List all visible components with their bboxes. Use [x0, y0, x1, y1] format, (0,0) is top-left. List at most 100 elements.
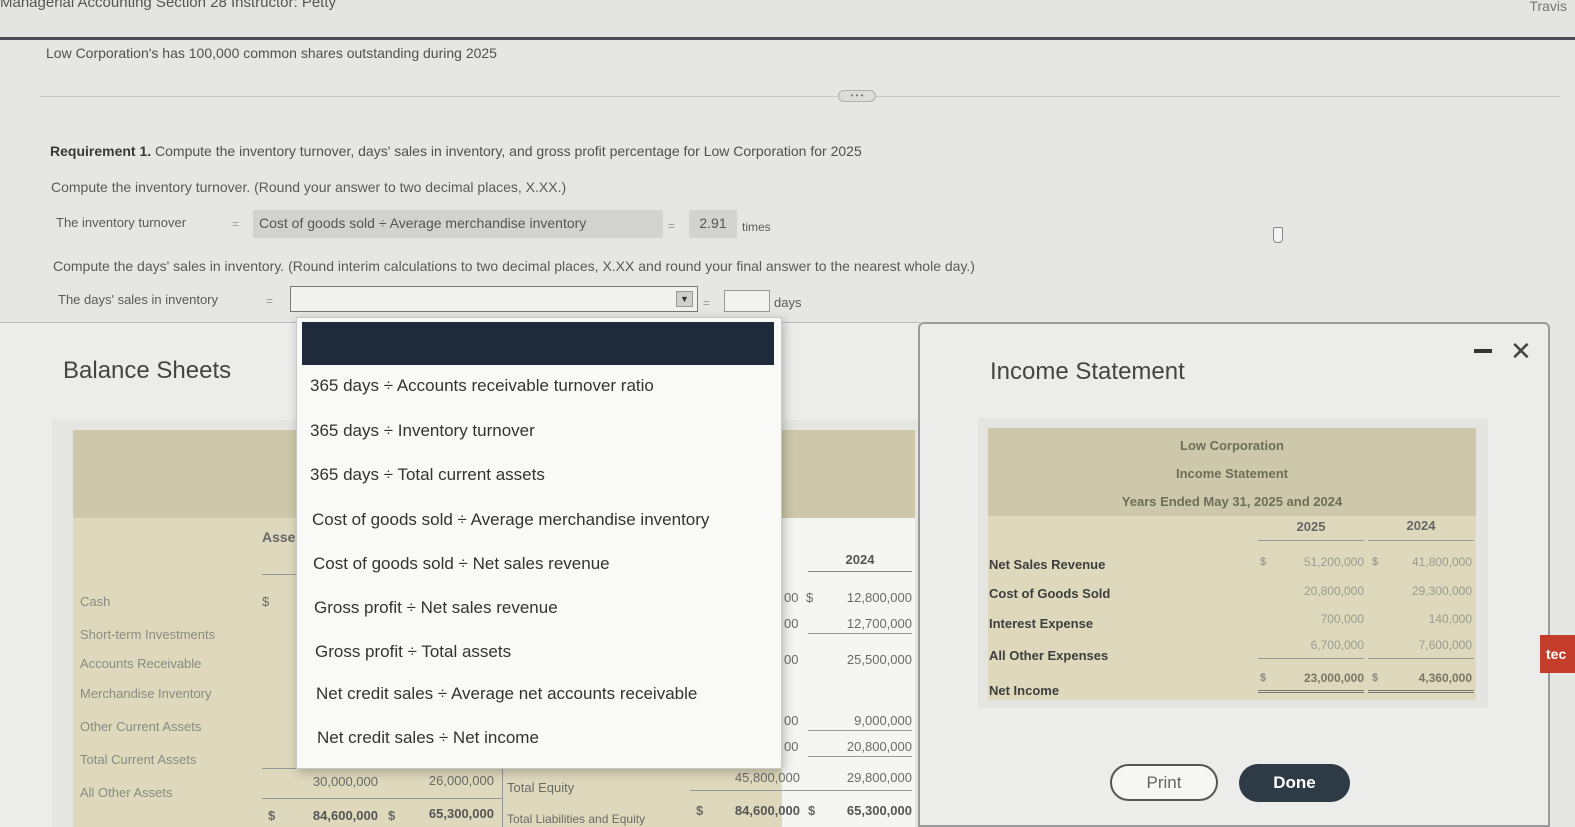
bs-cell: 00 [784, 590, 799, 605]
turnover-instruction: Compute the inventory turnover. (Round y… [51, 179, 567, 195]
dropdown-option[interactable]: Gross profit ÷ Net sales revenue [314, 598, 558, 618]
bs-row-label: Total Equity [507, 780, 575, 795]
is-cell: 7,600,000 [1418, 638, 1472, 652]
bs-currency: $ [388, 808, 396, 823]
days-sales-label: The days' sales in inventory [58, 292, 219, 307]
dropdown-option[interactable]: Net credit sales ÷ Average net accounts … [316, 684, 697, 704]
bs-currency: $ [262, 594, 270, 609]
balance-sheets-title: Balance Sheets [63, 357, 232, 384]
bs-currency: $ [806, 590, 814, 605]
requirement-label: Requirement 1. [50, 143, 152, 159]
bs-cell: 30,000,000 [312, 774, 378, 789]
is-row-label: All Other Expenses [989, 648, 1109, 663]
bs-cell: 25,500,000 [846, 652, 912, 667]
formula-dropdown-menu: 365 days ÷ Accounts receivable turnover … [296, 317, 782, 769]
close-icon[interactable]: ✕ [1510, 336, 1532, 367]
bs-row-label: Short-term Investments [80, 627, 216, 642]
bs-cell: 26,000,000 [428, 773, 494, 788]
bs-underline [808, 730, 912, 731]
expand-more-button[interactable]: • • • [838, 90, 876, 102]
is-underline [1368, 540, 1474, 541]
is-row-label: Cost of Goods Sold [989, 586, 1111, 601]
bs-cell: 29,800,000 [846, 770, 912, 785]
bs-cell: 45,800,000 [734, 770, 800, 785]
minimize-icon[interactable] [1474, 349, 1492, 353]
turnover-answer[interactable]: 2.91 [689, 210, 737, 238]
is-double-underline [1368, 690, 1474, 693]
is-cell: 51,200,000 [1303, 555, 1364, 569]
bs-cell: 12,800,000 [846, 590, 912, 605]
dropdown-option[interactable]: Cost of goods sold ÷ Average merchandise… [312, 510, 709, 530]
is-row-label: Interest Expense [989, 616, 1094, 631]
requirement-body: Compute the inventory turnover, days' sa… [155, 143, 862, 159]
days-sales-answer-input[interactable] [724, 290, 770, 312]
bs-underline [262, 798, 502, 799]
turnover-unit: times [742, 220, 771, 234]
bs-currency: $ [696, 803, 704, 818]
bs-row-label: Total Liabilities and Equity [507, 812, 646, 826]
income-statement-title: Income Statement [990, 358, 1185, 385]
bs-underline [690, 790, 912, 791]
requirement-text: Requirement 1. Compute the inventory tur… [50, 143, 862, 159]
days-sales-equals-2: = [703, 296, 711, 310]
days-sales-formula-select[interactable]: ▼ [290, 286, 698, 312]
dropdown-option[interactable]: Net credit sales ÷ Net income [317, 728, 539, 748]
bs-cell: 00 [784, 616, 799, 631]
bs-cell: 00 [784, 739, 799, 754]
bs-cell: 9,000,000 [854, 713, 912, 728]
chevron-down-icon[interactable]: ▼ [676, 291, 693, 307]
user-name[interactable]: Travis [1529, 0, 1567, 14]
done-button[interactable]: Done [1239, 764, 1350, 802]
bs-currency: $ [808, 803, 816, 818]
dropdown-option[interactable]: 365 days ÷ Inventory turnover [310, 421, 535, 441]
turnover-label: The inventory turnover [56, 215, 187, 230]
days-sales-instruction: Compute the days' sales in inventory. (R… [53, 258, 975, 274]
is-underline [1368, 658, 1474, 659]
is-double-underline [1258, 690, 1364, 693]
dropdown-option[interactable]: Cost of goods sold ÷ Net sales revenue [313, 554, 610, 574]
bs-separator [502, 764, 503, 827]
is-col-2025: 2025 [1296, 519, 1326, 534]
bs-row-label: Merchandise Inventory [80, 686, 212, 701]
is-currency: $ [1372, 556, 1379, 568]
bs-row-label: Accounts Receivable [80, 656, 202, 671]
is-statement-name: Income Statement [1176, 466, 1288, 481]
edge-tab[interactable]: tec [1540, 635, 1575, 673]
bs-row-label: Cash [80, 594, 111, 609]
bs-row-label: Other Current Assets [80, 719, 202, 734]
mouse-pointer-icon [1273, 227, 1283, 243]
assets-underline [262, 574, 298, 575]
problem-intro: Low Corporation's has 100,000 common sha… [46, 45, 497, 61]
turnover-formula: Cost of goods sold ÷ Average merchandise… [253, 210, 663, 238]
bs-total-cell: 65,300,000 [428, 806, 494, 821]
is-currency: $ [1260, 556, 1267, 568]
is-cell: 20,800,000 [1303, 584, 1364, 598]
bs-cell: 20,800,000 [846, 739, 912, 754]
is-total-cell: 23,000,000 [1303, 671, 1364, 685]
days-sales-unit: days [774, 295, 802, 310]
dropdown-option[interactable]: 365 days ÷ Accounts receivable turnover … [310, 376, 654, 396]
turnover-equals-1: = [232, 217, 240, 231]
dropdown-option[interactable]: Gross profit ÷ Total assets [315, 642, 511, 662]
is-cell: 6,700,000 [1310, 638, 1364, 652]
is-period: Years Ended May 31, 2025 and 2024 [1121, 494, 1343, 509]
bs-cell: 00 [784, 652, 799, 667]
is-cell: 29,300,000 [1411, 584, 1472, 598]
is-cell: 140,000 [1428, 612, 1472, 626]
is-cell: 41,800,000 [1411, 555, 1472, 569]
turnover-equals-2: = [668, 219, 676, 233]
dropdown-highlighted-blank-option[interactable] [302, 322, 774, 365]
top-bar: Managerial Accounting Section 28 Instruc… [0, 0, 1575, 40]
bs-row-label: Total Current Assets [80, 752, 197, 767]
dropdown-option[interactable]: 365 days ÷ Total current assets [310, 465, 545, 485]
course-title: Managerial Accounting Section 28 Instruc… [0, 0, 337, 11]
bs-total-cell: 84,600,000 [312, 808, 378, 823]
is-row-label: Net Sales Revenue [989, 557, 1106, 572]
days-sales-equals-1: = [266, 294, 274, 308]
is-currency: $ [1372, 672, 1379, 684]
is-underline [1258, 540, 1364, 541]
bs-total-cell: 65,300,000 [846, 803, 912, 818]
print-button[interactable]: Print [1110, 764, 1218, 801]
is-col-2024: 2024 [1406, 518, 1436, 533]
is-currency: $ [1260, 672, 1267, 684]
